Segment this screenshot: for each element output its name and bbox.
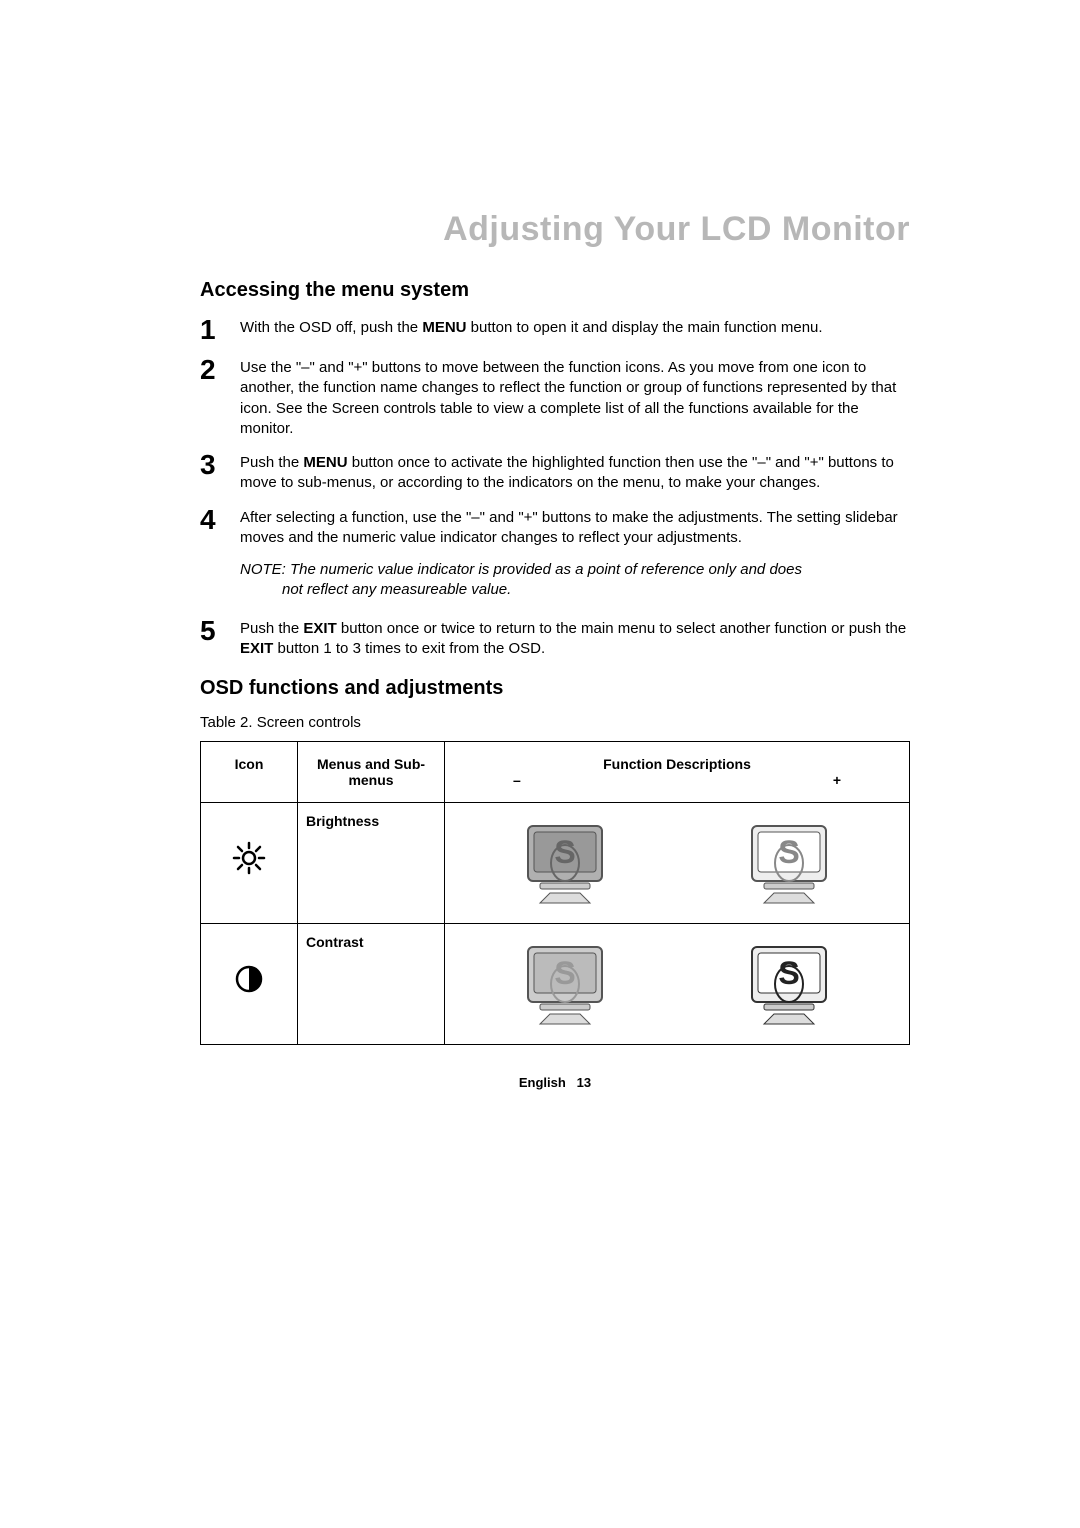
text: Push the (240, 454, 303, 471)
step-text: Use the "–" and "+" buttons to move betw… (240, 356, 910, 439)
monitor-lowcontrast-icon: S (520, 942, 610, 1027)
text: button 1 to 3 times to exit from the OSD… (273, 640, 545, 657)
exit-bold: EXIT (240, 640, 273, 657)
document-page: Adjusting Your LCD Monitor Accessing the… (0, 0, 1080, 1528)
svg-text:S: S (554, 955, 575, 991)
th-menus: Menus and Sub-menus (298, 742, 445, 803)
step-text: After selecting a function, use the "–" … (240, 506, 910, 549)
monitor-highcontrast-icon: S (744, 942, 834, 1027)
th-icon: Icon (201, 742, 298, 803)
table-row: Contrast S (201, 924, 910, 1045)
cell-func-brightness: S S (445, 803, 910, 924)
section-heading-osd: OSD functions and adjustments (200, 677, 910, 700)
cell-menu-contrast: Contrast (298, 924, 445, 1045)
note: NOTE: The numeric value indicator is pro… (200, 560, 910, 601)
note-line2: not reflect any measureable value. (240, 580, 910, 600)
minus-label: – (513, 772, 521, 788)
step-number: 1 (200, 316, 240, 344)
monitor-bright-icon: S (744, 821, 834, 906)
brightness-label: Brightness (306, 813, 379, 829)
text: button once or twice to return to the ma… (337, 620, 907, 637)
step-text: Push the EXIT button once or twice to re… (240, 617, 910, 660)
svg-text:S: S (778, 834, 799, 870)
step-3: 3 Push the MENU button once to activate … (200, 451, 910, 494)
text: With the OSD off, push the (240, 319, 422, 336)
footer-page-number: 13 (577, 1075, 591, 1090)
cell-menu-brightness: Brightness (298, 803, 445, 924)
step-4: 4 After selecting a function, use the "–… (200, 506, 910, 549)
menu-bold: MENU (303, 454, 347, 471)
step-number: 3 (200, 451, 240, 479)
table-caption: Table 2. Screen controls (200, 714, 910, 731)
menu-bold: MENU (422, 319, 466, 336)
page-title: Adjusting Your LCD Monitor (200, 210, 910, 249)
step-5: 5 Push the EXIT button once or twice to … (200, 617, 910, 660)
text: Push the (240, 620, 303, 637)
contrast-icon (234, 964, 264, 994)
plus-label: + (833, 772, 841, 788)
step-number: 2 (200, 356, 240, 384)
step-2: 2 Use the "–" and "+" buttons to move be… (200, 356, 910, 439)
monitor-dark-icon: S (520, 821, 610, 906)
svg-text:S: S (778, 955, 799, 991)
th-func: Function Descriptions – + (445, 742, 910, 803)
page-footer: English 13 (200, 1075, 910, 1090)
note-line1: NOTE: The numeric value indicator is pro… (240, 561, 802, 578)
step-list: 1 With the OSD off, push the MENU button… (200, 316, 910, 659)
table-row: Brightness S (201, 803, 910, 924)
contrast-label: Contrast (306, 934, 364, 950)
th-func-label: Function Descriptions (453, 756, 901, 772)
brightness-icon (232, 841, 266, 875)
step-number: 5 (200, 617, 240, 645)
step-text: Push the MENU button once to activate th… (240, 451, 910, 494)
footer-lang: English (519, 1075, 566, 1090)
text: button to open it and display the main f… (467, 319, 823, 336)
svg-text:S: S (554, 834, 575, 870)
step-1: 1 With the OSD off, push the MENU button… (200, 316, 910, 344)
cell-icon-brightness (201, 803, 298, 924)
section-heading-accessing: Accessing the menu system (200, 279, 910, 302)
cell-func-contrast: S S (445, 924, 910, 1045)
exit-bold: EXIT (303, 620, 336, 637)
step-text: With the OSD off, push the MENU button t… (240, 316, 823, 338)
step-number: 4 (200, 506, 240, 534)
cell-icon-contrast (201, 924, 298, 1045)
screen-controls-table: Icon Menus and Sub-menus Function Descri… (200, 741, 910, 1045)
